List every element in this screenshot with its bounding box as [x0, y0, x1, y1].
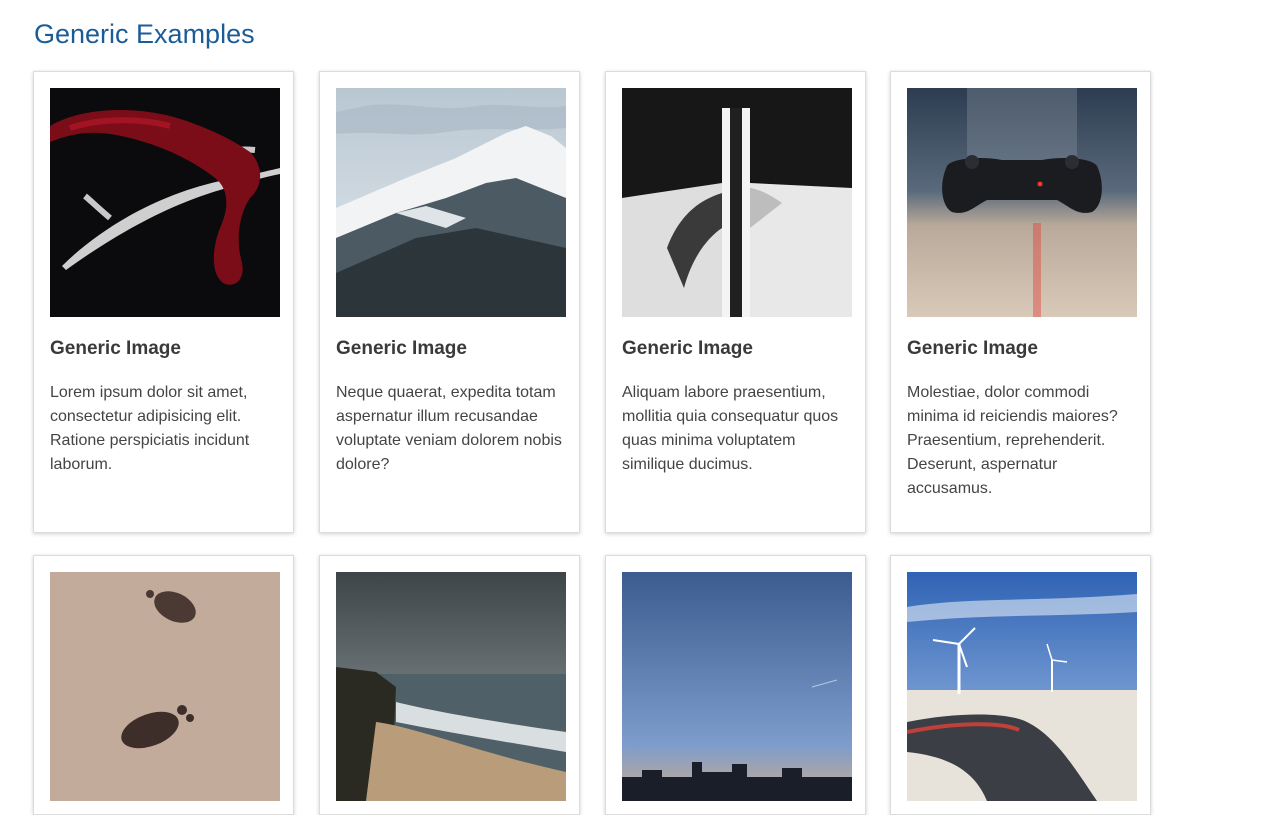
- card-text: Aliquam labore praesentium, mollitia qui…: [622, 384, 839, 473]
- card-text: Lorem ipsum dolor sit amet, consectetur …: [50, 384, 250, 473]
- city-skyline-dusk-image: [622, 572, 852, 801]
- footprints-sand-image: [50, 572, 280, 801]
- image-card[interactable]: Generic Image Molestiae, dolor commodi m…: [890, 71, 1151, 533]
- card-title: Generic Image: [50, 338, 181, 359]
- image-card[interactable]: [33, 555, 294, 815]
- antler-red-scarf-image: [50, 88, 280, 317]
- image-card[interactable]: [319, 555, 580, 815]
- snowy-mountain-image: [336, 88, 566, 317]
- image-card[interactable]: [605, 555, 866, 815]
- card-title: Generic Image: [907, 338, 1038, 359]
- page-title: Generic Examples: [34, 19, 255, 49]
- image-card[interactable]: Generic Image Aliquam labore praesentium…: [605, 71, 866, 533]
- image-card[interactable]: [890, 555, 1151, 815]
- image-card[interactable]: Generic Image Lorem ipsum dolor sit amet…: [33, 71, 294, 533]
- card-title: Generic Image: [336, 338, 467, 359]
- wind-turbines-road-image: [907, 572, 1137, 801]
- architecture-image: [622, 88, 852, 317]
- image-card[interactable]: Generic Image Neque quaerat, expedita to…: [319, 71, 580, 533]
- card-text: Neque quaerat, expedita totam aspernatur…: [336, 384, 562, 473]
- card-text: Molestiae, dolor commodi minima id reici…: [907, 384, 1118, 497]
- card-title: Generic Image: [622, 338, 753, 359]
- game-controller-image: [907, 88, 1137, 317]
- coastal-beach-image: [336, 572, 566, 801]
